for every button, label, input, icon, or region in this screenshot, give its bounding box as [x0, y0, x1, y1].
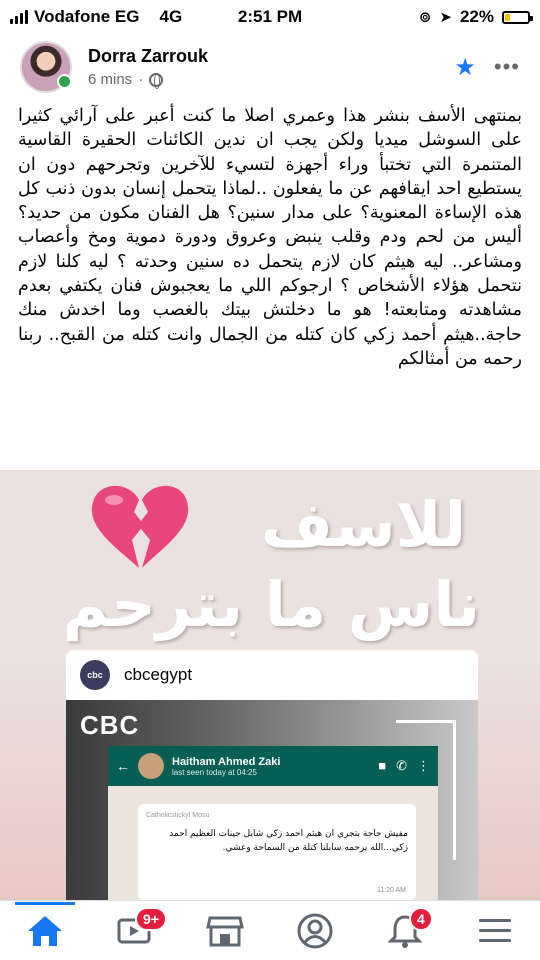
image-headline-1: للاسف: [260, 488, 466, 561]
globe-icon: [149, 72, 164, 89]
author-name[interactable]: Dorra Zarrouk: [88, 46, 454, 67]
notifications-badge: 4: [409, 906, 433, 931]
account-name: cbcegypt: [124, 665, 193, 684]
more-vertical-icon: ⋮: [417, 758, 430, 773]
tab-watch[interactable]: 9+: [105, 903, 167, 959]
tab-menu[interactable]: [465, 903, 525, 959]
embedded-post-card: cbc cbcegypt CBC ← Haitham Ahmed Zaki la…: [66, 650, 478, 900]
chat-name: Haitham Ahmed Zaki: [172, 755, 281, 768]
battery-icon: [502, 10, 533, 24]
battery-percent: 22%: [459, 7, 494, 26]
embedded-photo: CBC ← Haitham Ahmed Zaki last seen today…: [66, 700, 478, 900]
chat-avatar: [138, 753, 164, 779]
tab-home[interactable]: [15, 901, 75, 959]
chat-bubble: Catholicstickyl Mosu مفيش حاجة بتجري ان …: [138, 804, 416, 900]
carrier-label: Vodafone EG: [34, 7, 140, 26]
back-arrow-icon: ←: [116, 758, 130, 774]
network-label: 4G: [159, 7, 183, 26]
tab-bar: 9+ 4: [0, 900, 540, 960]
home-icon: [28, 915, 62, 946]
chat-time: 11:20 AM: [376, 887, 406, 894]
image-headline-2: ناس ما بترحم: [62, 568, 480, 641]
chat-status: last seen today at 04:25: [172, 767, 257, 777]
profile-icon: [297, 913, 333, 948]
separator-dot: ·: [138, 71, 144, 88]
post-time[interactable]: 6 mins: [88, 71, 132, 88]
chat-screenshot: ← Haitham Ahmed Zaki last seen today at …: [108, 746, 438, 900]
status-bar: Vodafone EG 4G 2:51 PM ⊚ ➤ 22%: [0, 0, 540, 34]
watch-badge: 9+: [135, 906, 167, 931]
tab-notifications[interactable]: 4: [375, 903, 435, 959]
video-call-icon: ■: [378, 758, 387, 773]
chat-sender: Catholicstickyl Mosu: [146, 812, 210, 819]
clock: 2:51 PM: [237, 7, 303, 26]
more-options-icon[interactable]: •••: [494, 54, 520, 80]
phone-icon: ✆: [396, 758, 407, 773]
avatar[interactable]: [20, 41, 72, 93]
location-icon: ➤: [439, 9, 452, 26]
post-text: بمنتهى الأسف بنشر هذا وعمري اصلا ما كنت …: [18, 106, 522, 369]
account-logo: cbc: [80, 660, 110, 690]
tab-marketplace[interactable]: [195, 903, 255, 959]
menu-icon: [479, 918, 511, 942]
signal-icon: [10, 10, 28, 24]
broken-heart-icon: [91, 485, 189, 568]
channel-watermark: CBC: [80, 710, 140, 740]
shared-image[interactable]: للاسف ناس ما بترحم cbc cbcegypt CBC ← Ha…: [0, 470, 540, 900]
online-status-dot: [57, 74, 72, 89]
star-icon[interactable]: ★: [454, 53, 476, 82]
post-header: Dorra Zarrouk 6 mins · ★ •••: [0, 36, 540, 98]
rotation-lock-icon: ⊚: [418, 9, 432, 26]
tab-profile[interactable]: [285, 903, 345, 959]
marketplace-icon: [206, 916, 244, 946]
battery-fill: [505, 13, 510, 21]
chat-message: مفيش حاجة بتجري ان هيثم احمد زكي شايل جي…: [169, 829, 408, 853]
